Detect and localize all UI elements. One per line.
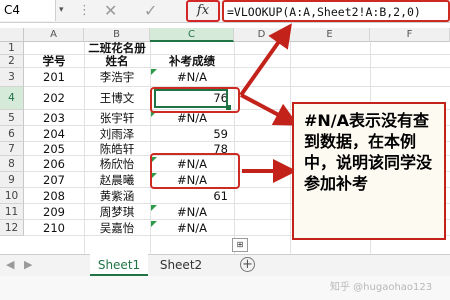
tab-scroll-right-icon[interactable]: ▶ xyxy=(24,258,32,271)
quick-analysis-icon[interactable]: ⊞ xyxy=(232,238,248,252)
sheet-tab-bar xyxy=(0,254,450,277)
watermark: 知乎 @hugaohao123 xyxy=(330,282,433,293)
tab-scroll-left-icon[interactable]: ◀ xyxy=(6,258,14,271)
arrow-to-formula xyxy=(239,23,292,97)
tab-sheet2[interactable]: Sheet2 xyxy=(152,254,210,276)
annotation-note: #N/A表示没有查到数据，在本例中，说明该同学没参加补考 xyxy=(292,102,446,240)
add-sheet-button[interactable]: + xyxy=(240,257,255,272)
arrow-to-note-top xyxy=(240,93,299,126)
tab-sheet1[interactable]: Sheet1 xyxy=(90,254,148,276)
